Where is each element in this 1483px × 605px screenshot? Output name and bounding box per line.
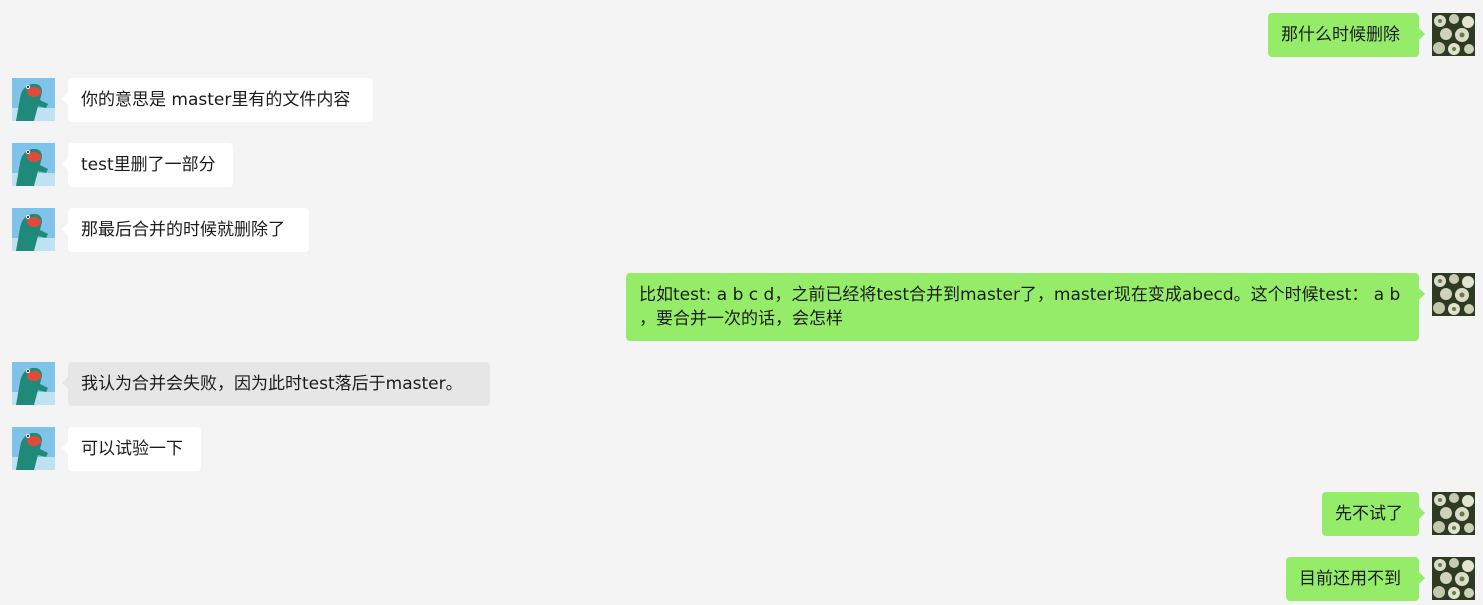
- contact-avatar[interactable]: [12, 143, 55, 186]
- dinosaur-avatar-icon: [12, 143, 55, 186]
- self-avatar[interactable]: [1432, 557, 1475, 600]
- contact-avatar[interactable]: [12, 427, 55, 470]
- flower-photo-icon: [1432, 273, 1475, 316]
- flower-photo-icon: [1432, 13, 1475, 56]
- self-avatar[interactable]: [1432, 273, 1475, 316]
- self-avatar[interactable]: [1432, 13, 1475, 56]
- message-bubble-contact[interactable]: 那最后合并的时候就删除了: [62, 208, 309, 252]
- dinosaur-avatar-icon: [12, 208, 55, 251]
- message-bubble-contact-selected[interactable]: 我认为合并会失败，因为此时test落后于master。: [62, 362, 490, 406]
- message-bubble-contact[interactable]: test里删了一部分: [62, 143, 233, 187]
- dinosaur-avatar-icon: [12, 427, 55, 470]
- message-bubble-contact[interactable]: 可以试验一下: [62, 427, 201, 471]
- dinosaur-avatar-icon: [12, 78, 55, 121]
- self-avatar[interactable]: [1432, 492, 1475, 535]
- contact-avatar[interactable]: [12, 208, 55, 251]
- message-bubble-self[interactable]: 那什么时候删除: [1268, 13, 1425, 57]
- message-bubble-self[interactable]: 先不试了: [1322, 492, 1425, 536]
- flower-photo-icon: [1432, 557, 1475, 600]
- message-bubble-self[interactable]: 目前还用不到: [1286, 557, 1425, 601]
- message-bubble-contact[interactable]: 你的意思是 master里有的文件内容: [62, 78, 373, 122]
- dinosaur-avatar-icon: [12, 362, 55, 405]
- contact-avatar[interactable]: [12, 362, 55, 405]
- chat-message-list[interactable]: 那什么时候删除 你的意思是 master里有的文件内容 test里删了一部分 那…: [0, 0, 1483, 605]
- contact-avatar[interactable]: [12, 78, 55, 121]
- message-bubble-self[interactable]: 比如test: a b c d，之前已经将test合并到master了，mast…: [626, 273, 1425, 341]
- flower-photo-icon: [1432, 492, 1475, 535]
